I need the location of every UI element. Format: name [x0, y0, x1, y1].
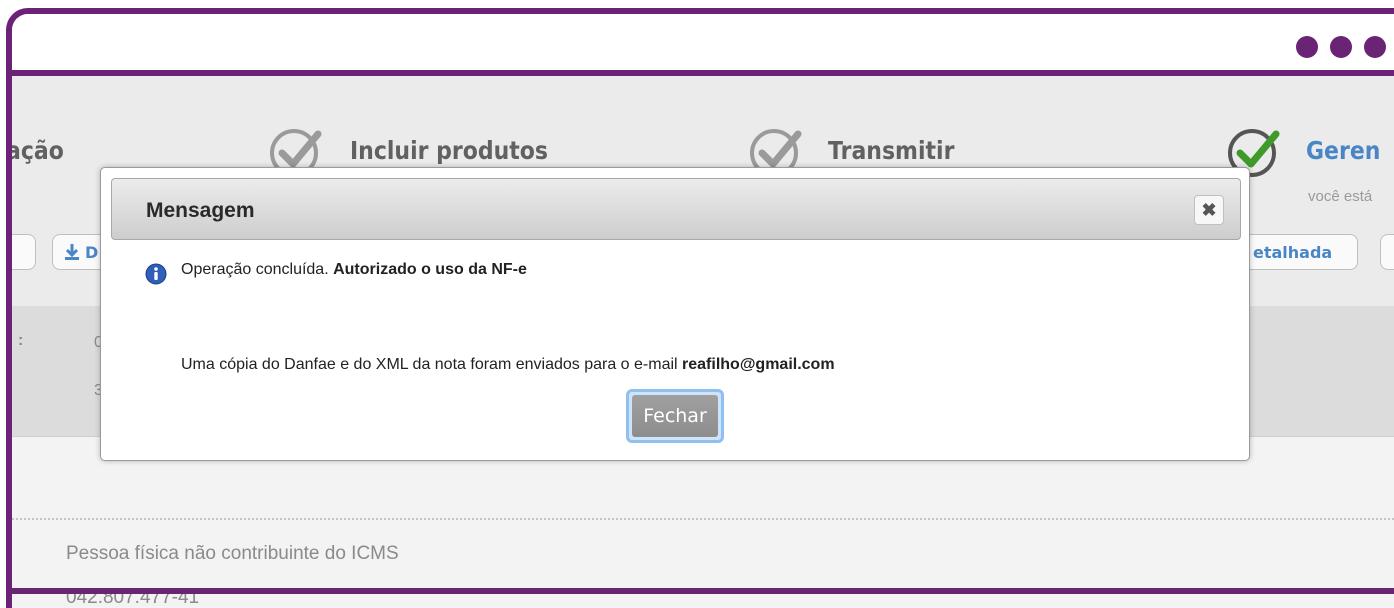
- frame-bottom-border: [6, 588, 1394, 594]
- copy-email: reafilho@gmail.com: [682, 356, 835, 373]
- message-bold: Autorizado o uso da NF-e: [333, 261, 527, 278]
- dialog-message: Operação concluída. Autorizado o uso da …: [181, 261, 527, 279]
- toolbar-button-right[interactable]: [1380, 234, 1394, 270]
- toolbar-button-left[interactable]: [12, 234, 36, 270]
- copy-prefix: Uma cópia do Danfae e do XML da nota for…: [181, 356, 683, 373]
- info-colon: :: [18, 332, 24, 349]
- dialog-close-button[interactable]: ✖: [1194, 195, 1224, 225]
- step-label-transmitir: Transmitir: [828, 136, 955, 165]
- step-sub-label: você está: [1308, 188, 1373, 205]
- window-control-dot[interactable]: [1296, 36, 1318, 58]
- window-control-dot[interactable]: [1330, 36, 1352, 58]
- lower-section: Pessoa física não contribuinte do ICMS 0…: [12, 437, 1394, 608]
- download-icon: [65, 244, 79, 260]
- message-dialog: Mensagem ✖ Operação concluída. Autorizad…: [100, 167, 1250, 461]
- person-type-text: Pessoa física não contribuinte do ICMS: [66, 543, 399, 564]
- fechar-button-label: Fechar: [632, 395, 718, 437]
- wizard-steps: ação Incluir produtos Transmitir Geren v…: [12, 76, 1394, 205]
- close-icon: ✖: [1201, 200, 1217, 220]
- fechar-button[interactable]: Fechar: [626, 389, 724, 443]
- detalhada-button-label: etalhada: [1253, 243, 1333, 262]
- email-copy-message: Uma cópia do Danfae e do XML da nota for…: [181, 356, 835, 374]
- message-prefix: Operação concluída.: [181, 261, 334, 278]
- detalhada-button[interactable]: etalhada: [1232, 234, 1358, 270]
- step-label-identificacao: ação: [6, 136, 64, 165]
- window-titlebar: [12, 14, 1394, 76]
- dialog-header: Mensagem ✖: [111, 178, 1241, 240]
- info-icon: [145, 263, 167, 285]
- dialog-title: Mensagem: [146, 199, 255, 222]
- dotted-divider: [12, 518, 1394, 520]
- window-control-dot[interactable]: [1364, 36, 1386, 58]
- step-label-incluir-produtos: Incluir produtos: [350, 136, 548, 165]
- download-button-label: D: [85, 243, 99, 262]
- step-label-gerenciar: Geren: [1306, 136, 1381, 165]
